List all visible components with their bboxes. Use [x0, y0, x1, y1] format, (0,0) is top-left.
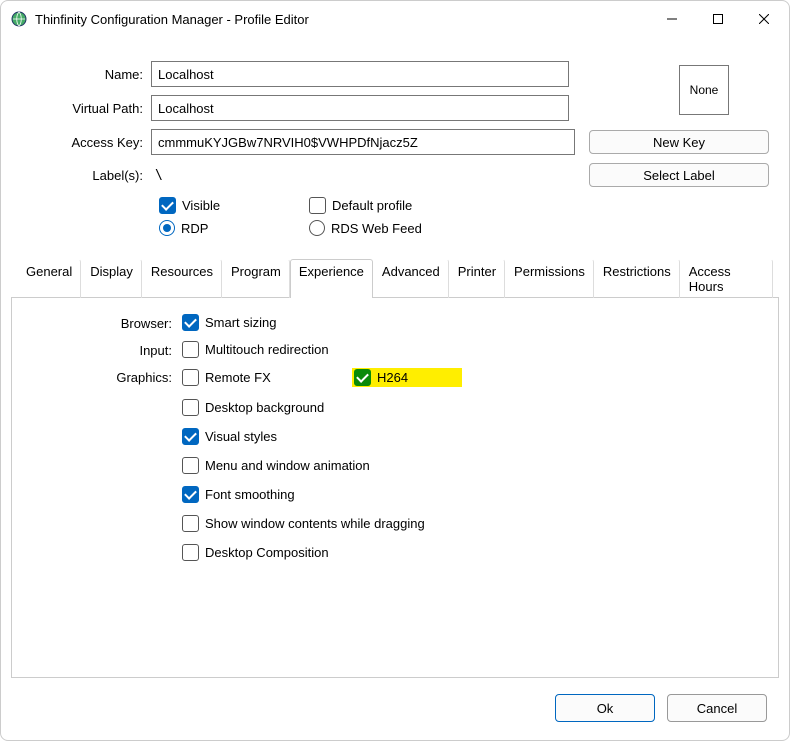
tab-permissions[interactable]: Permissions	[505, 259, 594, 298]
menu-anim-label: Menu and window animation	[205, 458, 370, 473]
select-label-button[interactable]: Select Label	[589, 163, 769, 187]
smart-sizing-checkbox[interactable]: Smart sizing	[182, 314, 292, 331]
cancel-button[interactable]: Cancel	[667, 694, 767, 722]
name-label: Name:	[21, 67, 151, 82]
profile-editor-window: Thinfinity Configuration Manager - Profi…	[0, 0, 790, 741]
access-key-input[interactable]	[151, 129, 575, 155]
rdp-radio[interactable]: RDP	[159, 220, 269, 236]
tab-display[interactable]: Display	[81, 259, 142, 298]
default-profile-label: Default profile	[332, 198, 412, 213]
remotefx-checkbox[interactable]: Remote FX	[182, 368, 292, 387]
tab-experience[interactable]: Experience	[290, 259, 373, 298]
tab-program[interactable]: Program	[222, 259, 290, 298]
graphics-section-label: Graphics:	[32, 368, 182, 561]
ok-button[interactable]: Ok	[555, 694, 655, 722]
desktop-bg-checkbox[interactable]: Desktop background	[182, 399, 462, 416]
visual-styles-label: Visual styles	[205, 429, 277, 444]
labels-value: \	[151, 168, 163, 183]
h264-label: H264	[377, 370, 408, 385]
tab-access-hours[interactable]: Access Hours	[680, 259, 773, 298]
labels-label: Label(s):	[21, 168, 151, 183]
dialog-footer: Ok Cancel	[1, 678, 789, 740]
titlebar: Thinfinity Configuration Manager - Profi…	[1, 1, 789, 37]
minimize-button[interactable]	[649, 3, 695, 35]
visual-styles-checkbox[interactable]: Visual styles	[182, 428, 462, 445]
h264-checkbox[interactable]: H264	[352, 368, 462, 387]
icon-preview-button[interactable]: None	[679, 65, 729, 115]
tabstrip: General Display Resources Program Experi…	[11, 258, 779, 298]
close-button[interactable]	[741, 3, 787, 35]
rds-radio[interactable]: RDS Web Feed	[309, 220, 422, 236]
window-title: Thinfinity Configuration Manager - Profi…	[35, 12, 649, 27]
input-section-label: Input:	[32, 341, 182, 358]
visible-label: Visible	[182, 198, 220, 213]
rdp-label: RDP	[181, 221, 208, 236]
maximize-button[interactable]	[695, 3, 741, 35]
desktop-bg-label: Desktop background	[205, 400, 324, 415]
tab-advanced[interactable]: Advanced	[373, 259, 449, 298]
form-area: Name: Virtual Path: None Access Key: New…	[1, 37, 789, 242]
tab-restrictions[interactable]: Restrictions	[594, 259, 680, 298]
name-input[interactable]	[151, 61, 569, 87]
remotefx-label: Remote FX	[205, 370, 271, 385]
menu-anim-checkbox[interactable]: Menu and window animation	[182, 457, 462, 474]
rds-label: RDS Web Feed	[331, 221, 422, 236]
desk-comp-label: Desktop Composition	[205, 545, 329, 560]
show-drag-checkbox[interactable]: Show window contents while dragging	[182, 515, 462, 532]
font-smoothing-label: Font smoothing	[205, 487, 295, 502]
desk-comp-checkbox[interactable]: Desktop Composition	[182, 544, 462, 561]
multitouch-label: Multitouch redirection	[205, 342, 329, 357]
browser-section-label: Browser:	[32, 314, 182, 331]
font-smoothing-checkbox[interactable]: Font smoothing	[182, 486, 462, 503]
tab-resources[interactable]: Resources	[142, 259, 222, 298]
tab-printer[interactable]: Printer	[449, 259, 505, 298]
akey-label: Access Key:	[21, 135, 151, 150]
tab-general[interactable]: General	[17, 259, 81, 298]
show-drag-label: Show window contents while dragging	[205, 516, 425, 531]
virtual-path-input[interactable]	[151, 95, 569, 121]
vpath-label: Virtual Path:	[21, 101, 151, 116]
app-icon	[11, 11, 27, 27]
default-profile-checkbox[interactable]: Default profile	[309, 197, 419, 214]
experience-panel: Browser: Smart sizing Input: Multitouch …	[11, 298, 779, 678]
new-key-button[interactable]: New Key	[589, 130, 769, 154]
smart-sizing-label: Smart sizing	[205, 315, 277, 330]
visible-checkbox[interactable]: Visible	[159, 197, 269, 214]
multitouch-checkbox[interactable]: Multitouch redirection	[182, 341, 329, 358]
